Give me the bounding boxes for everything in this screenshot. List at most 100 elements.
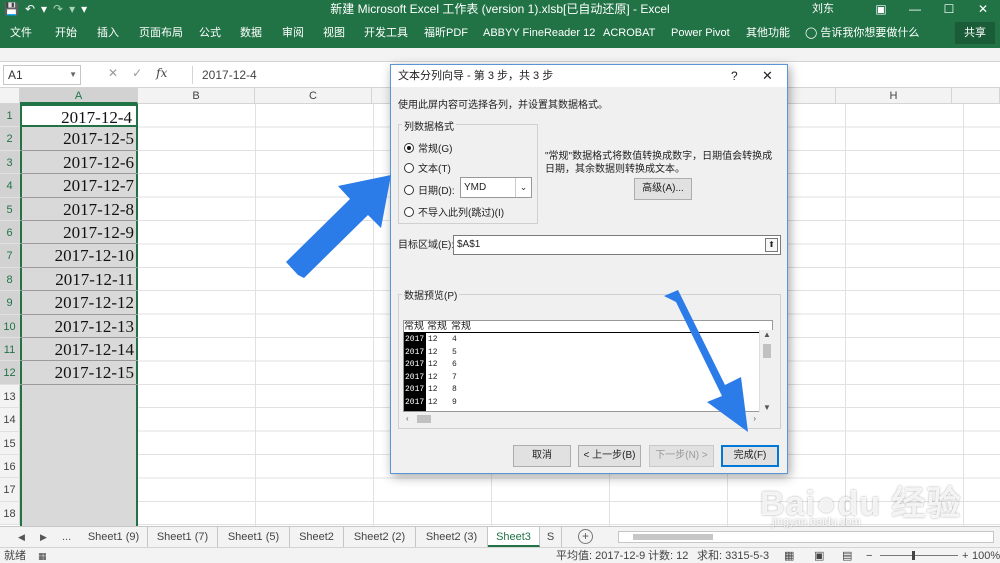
minimize-icon[interactable]: — (898, 0, 932, 18)
sheet-tab-8[interactable]: S (540, 527, 562, 547)
date-format-select[interactable]: YMD ⌄ (460, 177, 532, 198)
preview-vertical-scrollbar[interactable]: ▲ ▼ (759, 330, 773, 412)
column-header-h[interactable]: H (836, 88, 952, 104)
sheet-tab-6[interactable]: Sheet2 (3) (416, 527, 488, 547)
vscroll-thumb[interactable] (763, 344, 771, 358)
add-sheet-button[interactable]: + (578, 529, 593, 544)
close-dialog-icon[interactable]: ✕ (762, 65, 773, 87)
row-header[interactable]: 18 (0, 501, 20, 526)
tab-insert[interactable]: 插入 (97, 18, 119, 48)
tell-me-search[interactable]: ◯ 告诉我你想要做什么 (805, 18, 919, 48)
cell-a[interactable]: 2017-12-13 (20, 315, 138, 338)
tab-page-layout[interactable]: 页面布局 (139, 18, 183, 48)
zoom-slider[interactable] (880, 555, 958, 556)
row-header[interactable]: 16 (0, 455, 20, 479)
radio-text[interactable]: 文本(T) (404, 160, 451, 175)
scroll-right-icon[interactable]: › (753, 412, 756, 426)
page-break-view-icon[interactable]: ▤ (842, 548, 852, 563)
range-picker-icon[interactable]: ⬆ (765, 238, 778, 252)
tab-developer[interactable]: 开发工具 (364, 18, 408, 48)
sheet-tab-active[interactable]: Sheet3 (488, 527, 540, 547)
radio-date[interactable]: 日期(D): (404, 182, 455, 197)
row-header[interactable]: 3 (0, 150, 20, 175)
prev-sheet-icon[interactable]: ◀ (18, 527, 25, 547)
cell-a[interactable]: 2017-12-9 (20, 221, 138, 245)
preview-header-3[interactable]: 常规 (451, 321, 471, 333)
column-header-c[interactable]: C (255, 88, 372, 104)
cell-a[interactable]: 2017-12-5 (20, 127, 138, 151)
next-sheet-icon[interactable]: ▶ (40, 527, 47, 547)
more-sheets-icon[interactable]: ... (62, 527, 71, 547)
radio-text-dot[interactable] (404, 162, 414, 173)
zoom-out-button[interactable]: − (866, 548, 872, 563)
formula-input[interactable]: 2017-12-4 (202, 66, 257, 84)
cell-a[interactable]: 2017-12-6 (20, 151, 138, 175)
row-header[interactable]: 10 (0, 314, 20, 338)
page-layout-view-icon[interactable]: ▣ (814, 548, 824, 563)
radio-general[interactable]: 常规(G) (404, 140, 452, 155)
select-all-corner[interactable] (0, 88, 20, 104)
preview-horizontal-scrollbar[interactable]: ‹ › (403, 412, 759, 426)
sheet-tab-4[interactable]: Sheet2 (290, 527, 344, 547)
zoom-slider-thumb[interactable] (912, 551, 915, 560)
tab-data[interactable]: 数据 (240, 18, 262, 48)
tab-review[interactable]: 审阅 (282, 18, 304, 48)
row-header[interactable]: 14 (0, 408, 20, 432)
row-header[interactable]: 4 (0, 174, 20, 198)
row-header[interactable]: 8 (0, 267, 20, 292)
row-header[interactable]: 12 (0, 361, 20, 385)
next-button[interactable]: 下一步(N) > (649, 445, 714, 467)
sheet-tab-2[interactable]: Sheet1 (7) (148, 527, 218, 547)
tab-formulas[interactable]: 公式 (199, 18, 221, 48)
row-header[interactable]: 11 (0, 338, 20, 362)
share-button[interactable]: 共享 (955, 22, 995, 44)
enter-formula-icon[interactable]: ✓ (132, 66, 142, 80)
sheet-tab-5[interactable]: Sheet2 (2) (344, 527, 416, 547)
cell-a[interactable]: 2017-12-15 (20, 361, 138, 385)
row-header[interactable]: 13 (0, 384, 20, 409)
scroll-down-icon[interactable]: ▼ (760, 403, 774, 412)
cell-a[interactable]: 2017-12-7 (20, 174, 138, 198)
cancel-formula-icon[interactable]: ✕ (108, 66, 118, 80)
macro-record-icon[interactable]: ▦ (38, 548, 47, 563)
scroll-up-icon[interactable]: ▲ (760, 330, 774, 339)
tab-home[interactable]: 开始 (55, 18, 77, 48)
destination-input[interactable]: $A$1 ⬆ (453, 235, 781, 255)
horizontal-scrollbar[interactable] (618, 531, 994, 543)
normal-view-icon[interactable]: ▦ (784, 548, 794, 563)
row-header[interactable]: 17 (0, 478, 20, 502)
back-button[interactable]: < 上一步(B) (578, 445, 641, 467)
row-header[interactable]: 5 (0, 197, 20, 221)
advanced-button[interactable]: 高级(A)... (634, 178, 692, 200)
chevron-down-icon[interactable]: ⌄ (515, 178, 531, 197)
row-header[interactable]: 9 (0, 291, 20, 315)
active-cell-a1[interactable]: 2017-12-4 (20, 104, 138, 128)
radio-date-dot[interactable] (404, 184, 414, 195)
row-header[interactable]: 15 (0, 431, 20, 455)
column-header-a[interactable]: A (20, 88, 138, 104)
name-box[interactable]: A1 ▼ (3, 65, 81, 85)
row-header[interactable]: 7 (0, 244, 20, 268)
name-box-dropdown-icon[interactable]: ▼ (69, 66, 77, 84)
cell-a[interactable]: 2017-12-14 (20, 338, 138, 362)
insert-function-icon[interactable]: fx (156, 66, 167, 80)
hscroll-thumb[interactable] (417, 415, 431, 423)
sheet-tab-1[interactable]: Sheet1 (9) (80, 527, 148, 547)
tab-view[interactable]: 视图 (323, 18, 345, 48)
cell-a[interactable]: 2017-12-8 (20, 198, 138, 221)
ribbon-display-options-icon[interactable]: ▣ (864, 0, 898, 18)
cell-a[interactable]: 2017-12-11 (20, 268, 138, 292)
user-name[interactable]: 刘东 (812, 0, 834, 18)
tab-acrobat[interactable]: ACROBAT (603, 18, 655, 48)
row-header[interactable]: 2 (0, 127, 20, 151)
tab-power-pivot[interactable]: Power Pivot (671, 18, 730, 48)
cell-a[interactable]: 2017-12-12 (20, 291, 138, 315)
tab-file[interactable]: 文件 (10, 18, 32, 48)
scroll-left-icon[interactable]: ‹ (406, 412, 409, 426)
finish-button[interactable]: 完成(F) (721, 445, 779, 467)
radio-skip-dot[interactable] (404, 206, 414, 217)
zoom-in-button[interactable]: + (962, 548, 968, 563)
maximize-icon[interactable]: ☐ (932, 0, 966, 18)
sheet-tab-3[interactable]: Sheet1 (5) (218, 527, 290, 547)
preview-header-1[interactable]: 常规 (404, 321, 424, 333)
